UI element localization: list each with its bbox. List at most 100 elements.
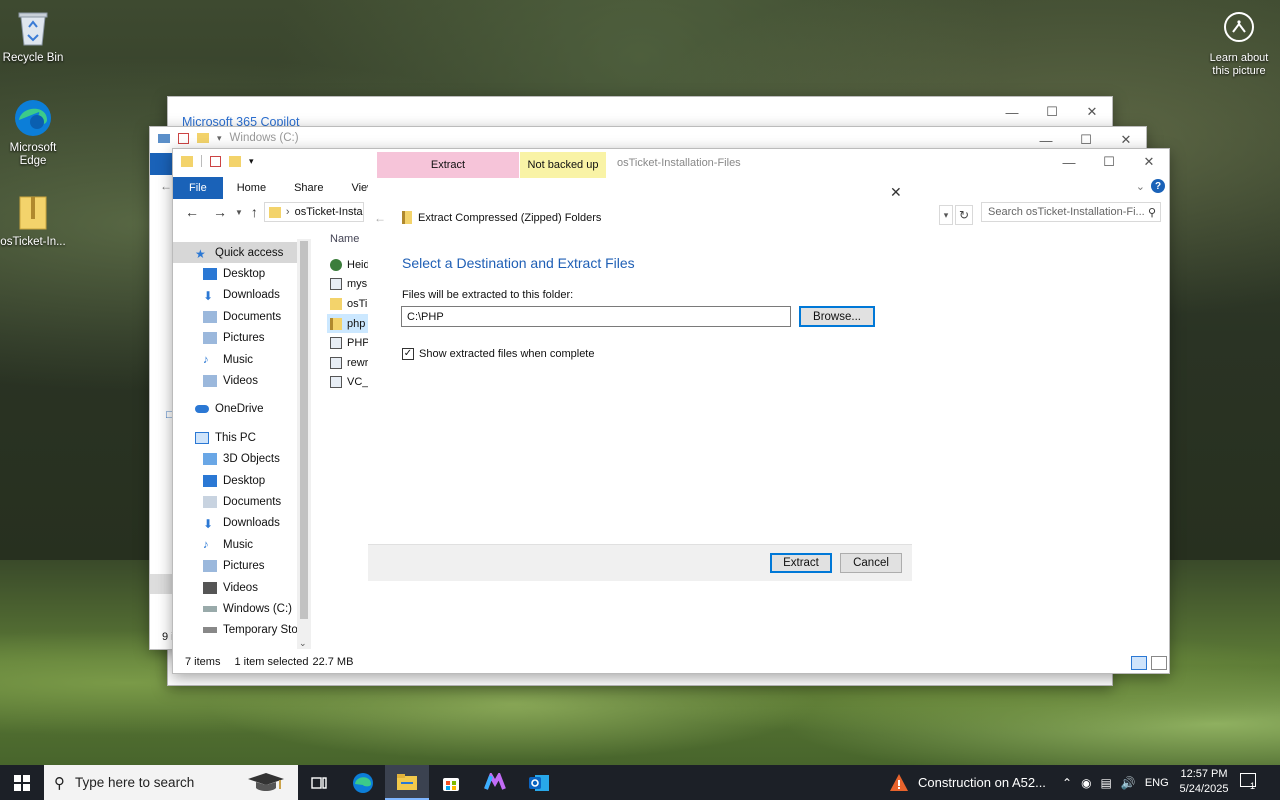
folder-icon <box>330 297 342 310</box>
nav-qa-music[interactable]: ♪ Music <box>173 349 311 370</box>
nav-qa-downloads[interactable]: ⬇Downloads⌖ <box>173 285 311 306</box>
show-files-checkbox[interactable]: ✓ <box>402 348 414 360</box>
dialog-back-icon[interactable]: ← <box>374 211 386 225</box>
close-button[interactable]: ✕ <box>1072 99 1112 125</box>
ribbon-expand-icon[interactable]: ⌄ <box>1136 180 1145 193</box>
nav-qa-videos[interactable]: Videos <box>173 370 311 391</box>
nav-pc-videos[interactable]: Videos <box>173 577 311 598</box>
breadcrumb[interactable]: osTicket-Insta <box>295 206 363 218</box>
language-indicator[interactable]: ENG <box>1145 777 1169 789</box>
desktop-icon-recycle-bin[interactable]: Recycle Bin <box>0 8 68 64</box>
file-row[interactable]: rewr <box>327 353 369 373</box>
nav-pc-downloads[interactable]: ⬇ Downloads <box>173 513 311 534</box>
nav-qa-documents[interactable]: Documents⌖ <box>173 306 311 327</box>
nav-pc-desktop[interactable]: Desktop <box>173 470 311 491</box>
recent-chevron-icon[interactable]: ▼ <box>235 208 243 217</box>
selection-fragment <box>150 574 174 594</box>
documents-icon <box>203 495 217 508</box>
taskbar-store[interactable] <box>429 765 473 800</box>
refresh-icon[interactable]: ↻ <box>955 205 973 225</box>
file-row[interactable]: mys <box>327 275 369 295</box>
close-button[interactable]: ✕ <box>1129 149 1169 175</box>
nav-pc-drive-temp[interactable]: Temporary Stora <box>173 620 311 641</box>
weather-widget[interactable]: Construction on A52... <box>888 765 1046 800</box>
file-list: Heid mys osTi php PHP rewr VC_ <box>327 255 369 392</box>
nav-this-pc[interactable]: This PC <box>173 427 311 448</box>
search-input[interactable]: Search osTicket-Installation-Fi... <box>988 206 1148 218</box>
file-row[interactable]: osTi <box>327 294 369 314</box>
nav-pc-music[interactable]: ♪ Music <box>173 534 311 555</box>
scroll-down-icon[interactable]: ⌄ <box>299 638 307 649</box>
back-arrow-icon[interactable]: ← <box>185 204 199 220</box>
new-folder-icon[interactable] <box>229 155 241 167</box>
nav-qa-pictures[interactable]: Pictures⌖ <box>173 328 311 349</box>
file-row[interactable]: PHP <box>327 333 369 353</box>
nav-pc-drive[interactable]: Windows (C:) <box>173 598 311 619</box>
column-header-name[interactable]: Name <box>330 233 359 245</box>
nav-pc-3d-objects[interactable]: 3D Objects <box>173 449 311 470</box>
nav-onedrive[interactable]: OneDrive <box>173 399 311 420</box>
scroll-thumb[interactable] <box>300 241 308 619</box>
file-row[interactable]: php <box>327 313 369 334</box>
network-icon[interactable]: ▤ <box>1101 776 1112 790</box>
large-icons-view-icon[interactable] <box>1151 656 1167 670</box>
chevron-down-icon[interactable]: ▾ <box>217 133 222 144</box>
help-icon[interactable]: ? <box>1151 179 1165 193</box>
chevron-up-icon[interactable]: ⌃ <box>1062 776 1072 790</box>
music-icon: ♪ <box>203 538 209 551</box>
extract-button[interactable]: Extract <box>770 553 832 573</box>
dialog-close-icon[interactable]: ✕ <box>890 184 902 201</box>
search-box[interactable]: Search osTicket-Installation-Fi... ⚲ <box>981 202 1161 222</box>
address-dropdown-icon[interactable]: ▾ <box>939 205 953 225</box>
file-row[interactable]: Heid <box>327 255 369 275</box>
taskbar-edge[interactable] <box>341 765 385 800</box>
task-view-button[interactable] <box>297 765 341 800</box>
desktop-icon <box>203 268 217 281</box>
address-bar[interactable]: › osTicket-Insta <box>263 202 364 222</box>
clock[interactable]: 12:57 PM 5/24/2025 <box>1176 767 1232 797</box>
taskbar-file-explorer[interactable] <box>385 765 429 800</box>
maximize-button[interactable]: ☐ <box>1089 149 1129 175</box>
minimize-button[interactable]: — <box>992 99 1032 125</box>
desktop-icon-edge[interactable]: Microsoft Edge <box>0 98 68 168</box>
properties-icon[interactable] <box>210 155 221 167</box>
browse-button[interactable]: Browse... <box>799 306 875 327</box>
taskbar-outlook[interactable] <box>517 765 561 800</box>
nav-pc-documents[interactable]: Documents <box>173 491 311 512</box>
forward-arrow-icon[interactable]: → <box>213 204 227 220</box>
taskbar-search[interactable]: ⚲ Type here to search <box>44 765 298 800</box>
breadcrumb-chevron-icon: › <box>285 206 290 218</box>
search-input[interactable]: Type here to search <box>75 775 194 790</box>
up-arrow-icon[interactable]: ↑ <box>251 204 258 220</box>
destination-input[interactable]: C:\PHP <box>401 306 791 327</box>
desktop-icon-osticket-folder[interactable]: osTicket-In... <box>0 192 68 248</box>
taskbar-m365[interactable] <box>473 765 517 800</box>
nav-scrollbar[interactable]: ⌄ <box>297 239 311 649</box>
installer-icon <box>330 376 342 389</box>
minimize-button[interactable]: — <box>1049 149 1089 175</box>
nav-pc-pictures[interactable]: Pictures <box>173 555 311 576</box>
meet-now-icon[interactable]: ◉ <box>1081 776 1091 790</box>
tab-not-backed-up[interactable]: Not backed up <box>520 152 606 178</box>
notification-button[interactable]: 1 <box>1240 773 1256 791</box>
volume-icon[interactable]: 🔊 <box>1121 776 1136 790</box>
graduation-cap-icon <box>244 771 288 793</box>
start-button[interactable] <box>0 765 44 800</box>
nav-qa-desktop[interactable]: Desktop⌖ <box>173 263 311 284</box>
tab-home[interactable]: Home <box>223 177 280 199</box>
maximize-button[interactable]: ☐ <box>1032 99 1072 125</box>
details-view-icon[interactable] <box>1131 656 1147 670</box>
tab-file[interactable]: File <box>173 177 223 199</box>
tab-share[interactable]: Share <box>280 177 337 199</box>
file-tab-fragment[interactable] <box>150 153 174 175</box>
drive-temp-icon <box>203 627 217 634</box>
tab-extract[interactable]: Extract <box>377 152 519 178</box>
folder-icon <box>268 206 281 218</box>
learn-about-picture[interactable]: Learn about this picture <box>1204 12 1274 78</box>
chevron-down-icon[interactable]: ▾ <box>249 156 254 167</box>
status-bar: 7 items 1 item selected 22.7 MB <box>185 656 354 668</box>
back-arrow-icon[interactable]: ← <box>160 179 172 193</box>
cancel-button[interactable]: Cancel <box>840 553 902 573</box>
file-row[interactable]: VC_ <box>327 373 369 393</box>
nav-quick-access[interactable]: ★ Quick access <box>173 242 311 264</box>
